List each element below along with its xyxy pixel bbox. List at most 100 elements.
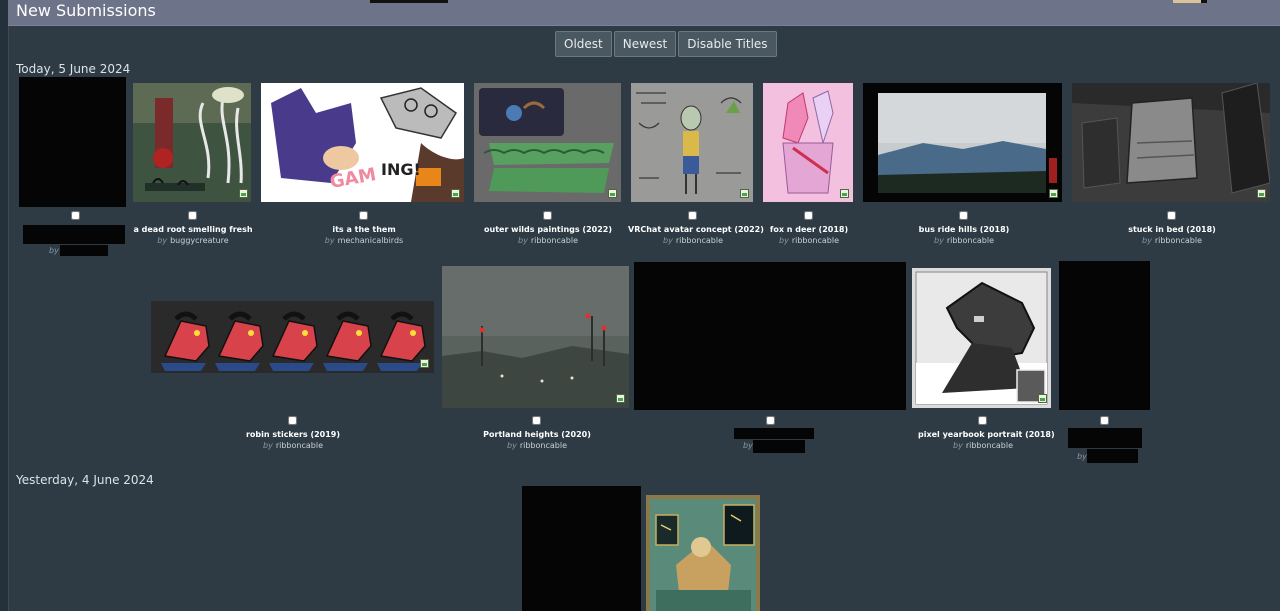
submission-thumbnail[interactable]: GAM ING! bbox=[261, 83, 464, 202]
submission-title[interactable]: its a the them bbox=[299, 224, 429, 235]
select-checkbox[interactable] bbox=[1167, 211, 1176, 220]
submission-author[interactable]: mechanicalbirds bbox=[338, 236, 404, 245]
submission-author[interactable]: ribboncable bbox=[276, 441, 323, 450]
submission-thumbnail[interactable] bbox=[151, 301, 434, 373]
redacted-thumbnail bbox=[1059, 261, 1150, 410]
redacted-author bbox=[60, 245, 108, 256]
by-label: by bbox=[324, 236, 335, 245]
by-label: by bbox=[49, 246, 59, 255]
select-checkbox[interactable] bbox=[188, 211, 197, 220]
submission-caption: pixel yearbook portrait (2018) by ribbonc… bbox=[918, 429, 1055, 451]
by-label: by bbox=[953, 441, 963, 450]
by-label: by bbox=[934, 236, 944, 245]
thumbnail-art-robin-stickers bbox=[151, 301, 434, 373]
submission-author[interactable]: ribboncable bbox=[1155, 236, 1202, 245]
sort-toolbar: Oldest Newest Disable Titles bbox=[555, 31, 777, 57]
submission-thumbnail[interactable] bbox=[646, 495, 760, 611]
submission-caption: robin stickers (2019) by ribboncable bbox=[228, 429, 358, 451]
header-thumb-strip-2 bbox=[1201, 0, 1207, 3]
select-checkbox[interactable] bbox=[288, 416, 297, 425]
download-icon[interactable] bbox=[451, 189, 460, 198]
by-label: by bbox=[507, 441, 517, 450]
by-label: by bbox=[743, 441, 753, 450]
submission-thumbnail[interactable] bbox=[631, 83, 753, 202]
sort-oldest-button[interactable]: Oldest bbox=[555, 31, 612, 57]
download-icon[interactable] bbox=[740, 189, 749, 198]
left-edge bbox=[0, 0, 9, 611]
svg-text:ING!: ING! bbox=[381, 160, 421, 179]
download-icon[interactable] bbox=[239, 189, 248, 198]
submission-thumbnail[interactable] bbox=[763, 83, 853, 202]
submission-caption: bus ride hills (2018) by ribboncable bbox=[899, 224, 1029, 246]
submission-caption: outer wilds paintings (2022) by ribboncab… bbox=[483, 224, 613, 246]
thumbnail-art-portland-heights bbox=[442, 266, 629, 408]
submission-title[interactable]: robin stickers (2019) bbox=[228, 429, 358, 440]
submission-caption: a dead root smelling fresh by buggycreatu… bbox=[128, 224, 258, 246]
download-icon[interactable] bbox=[1257, 189, 1266, 198]
select-checkbox[interactable] bbox=[543, 211, 552, 220]
submission-title[interactable]: outer wilds paintings (2022) bbox=[483, 224, 613, 235]
submission-thumbnail[interactable] bbox=[863, 83, 1062, 202]
redacted-author bbox=[753, 440, 805, 453]
by-label: by bbox=[157, 236, 168, 245]
select-checkbox[interactable] bbox=[688, 211, 697, 220]
thumbnail-art-dead-root bbox=[133, 83, 251, 202]
thumbnail-art-vrchat bbox=[631, 83, 753, 202]
submission-author[interactable]: ribboncable bbox=[531, 236, 578, 245]
section-title-today: Today, 5 June 2024 bbox=[16, 62, 131, 76]
submission-thumbnail[interactable] bbox=[442, 266, 629, 408]
redacted-title bbox=[23, 225, 125, 244]
submission-caption: VRChat avatar concept (2022) by ribboncab… bbox=[628, 224, 764, 246]
submission-caption: Portland heights (2020) by ribboncable bbox=[472, 429, 602, 451]
download-icon[interactable] bbox=[1038, 394, 1047, 403]
submission-thumbnail[interactable] bbox=[1072, 83, 1270, 202]
redacted-thumbnail bbox=[19, 77, 126, 207]
submission-thumbnail[interactable] bbox=[912, 268, 1051, 408]
submission-title[interactable]: bus ride hills (2018) bbox=[899, 224, 1029, 235]
submission-author[interactable]: ribboncable bbox=[520, 441, 567, 450]
select-checkbox[interactable] bbox=[766, 416, 775, 425]
sort-newest-button[interactable]: Newest bbox=[613, 31, 677, 57]
by-label: by bbox=[1077, 452, 1087, 461]
header-thumb-strip bbox=[370, 0, 448, 3]
thumbnail-art-outer-wilds bbox=[474, 83, 621, 202]
download-icon[interactable] bbox=[420, 359, 429, 368]
select-checkbox[interactable] bbox=[959, 211, 968, 220]
submission-title[interactable]: pixel yearbook portrait (2018) bbox=[918, 429, 1055, 440]
submission-author[interactable]: ribboncable bbox=[947, 236, 994, 245]
download-icon[interactable] bbox=[1049, 189, 1058, 198]
submission-author[interactable]: ribboncable bbox=[792, 236, 839, 245]
section-title-yesterday: Yesterday, 4 June 2024 bbox=[16, 473, 154, 487]
disable-titles-button[interactable]: Disable Titles bbox=[678, 31, 777, 57]
download-icon[interactable] bbox=[616, 394, 625, 403]
by-label: by bbox=[779, 236, 789, 245]
page-title: New Submissions bbox=[16, 1, 156, 20]
page-header: New Submissions bbox=[8, 0, 1280, 26]
submission-author[interactable]: buggycreature bbox=[170, 236, 229, 245]
submission-title[interactable]: a dead root smelling fresh bbox=[128, 224, 258, 235]
submission-title[interactable]: VRChat avatar concept (2022) bbox=[628, 224, 764, 235]
select-checkbox[interactable] bbox=[359, 211, 368, 220]
download-icon[interactable] bbox=[608, 189, 617, 198]
select-checkbox[interactable] bbox=[804, 211, 813, 220]
by-label: by bbox=[263, 441, 273, 450]
submission-title[interactable]: stuck in bed (2018) bbox=[1107, 224, 1237, 235]
submission-author[interactable]: ribboncable bbox=[966, 441, 1013, 450]
select-checkbox[interactable] bbox=[1100, 416, 1109, 425]
by-label: by bbox=[1142, 236, 1152, 245]
submission-title[interactable]: fox n deer (2018) bbox=[744, 224, 874, 235]
redacted-thumbnail bbox=[634, 262, 906, 410]
by-label: by bbox=[518, 236, 528, 245]
submission-caption: fox n deer (2018) by ribboncable bbox=[744, 224, 874, 246]
header-thumb-stub bbox=[1173, 0, 1201, 3]
thumbnail-art-pixel-yearbook bbox=[912, 268, 1051, 408]
submission-author[interactable]: ribboncable bbox=[676, 236, 723, 245]
submission-thumbnail[interactable] bbox=[133, 83, 251, 202]
submission-title[interactable]: Portland heights (2020) bbox=[472, 429, 602, 440]
select-checkbox[interactable] bbox=[978, 416, 987, 425]
submission-thumbnail[interactable] bbox=[474, 83, 621, 202]
download-icon[interactable] bbox=[840, 189, 849, 198]
redacted-title bbox=[1068, 428, 1142, 448]
select-checkbox[interactable] bbox=[71, 211, 80, 220]
select-checkbox[interactable] bbox=[532, 416, 541, 425]
